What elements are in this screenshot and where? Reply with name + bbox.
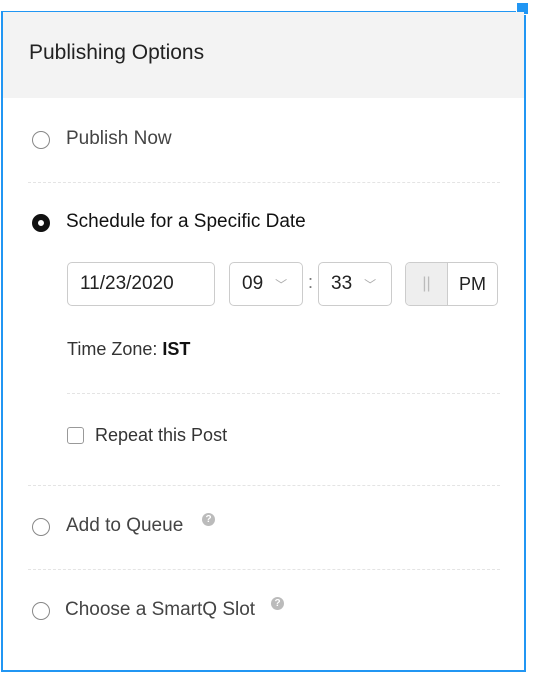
panel-title: Publishing Options xyxy=(29,41,205,64)
date-value: 11/23/2020 xyxy=(80,273,174,294)
label-add-to-queue: Add to Queue xyxy=(66,515,184,536)
divider xyxy=(28,485,500,486)
radio-smartq[interactable] xyxy=(32,602,50,620)
timezone: Time Zone: IST xyxy=(67,339,190,360)
minute-value: 33 xyxy=(331,273,353,294)
help-icon[interactable]: ? xyxy=(202,513,215,526)
label-repeat: Repeat this Post xyxy=(95,425,228,445)
divider xyxy=(28,569,500,570)
label-publish-now: Publish Now xyxy=(66,128,172,149)
repeat-checkbox[interactable] xyxy=(67,427,84,444)
time-separator: : xyxy=(308,272,314,292)
radio-schedule[interactable] xyxy=(32,214,50,232)
am-pm-toggle[interactable]: || PM xyxy=(405,262,498,306)
label-schedule: Schedule for a Specific Date xyxy=(66,211,306,232)
timezone-label: Time Zone: xyxy=(67,339,158,359)
timezone-value: IST xyxy=(162,339,191,359)
chevron-down-icon: ﹀ xyxy=(275,277,288,292)
divider xyxy=(28,182,500,183)
toggle-handle[interactable]: || xyxy=(406,263,448,305)
meridiem-value: PM xyxy=(459,273,486,294)
radio-add-to-queue[interactable] xyxy=(32,518,50,536)
minute-select[interactable]: 33 ﹀ xyxy=(318,262,392,306)
radio-publish-now[interactable] xyxy=(32,131,50,149)
chevron-down-icon: ﹀ xyxy=(364,277,377,292)
date-input[interactable]: 11/23/2020 xyxy=(67,262,215,306)
hour-select[interactable]: 09 ﹀ xyxy=(229,262,303,306)
hour-value: 09 xyxy=(242,273,264,294)
divider xyxy=(67,393,500,394)
help-icon[interactable]: ? xyxy=(271,597,284,610)
label-smartq: Choose a SmartQ Slot xyxy=(65,599,256,620)
